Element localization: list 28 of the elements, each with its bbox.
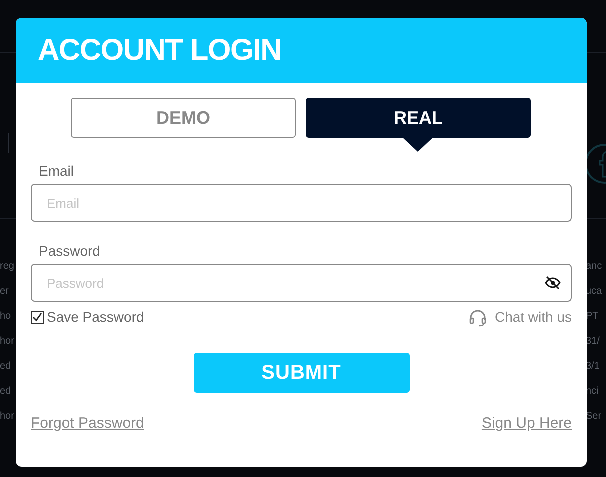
forgot-password-link[interactable]: Forgot Password <box>31 413 144 436</box>
mode-tab[interactable]: REAL <box>306 98 531 138</box>
headset-icon <box>468 308 487 326</box>
dialog-title: ACCOUNT LOGIN <box>38 33 282 69</box>
field-label: Password <box>39 242 102 260</box>
field-label: Email <box>39 162 76 180</box>
eye-slash-icon[interactable] <box>545 276 561 290</box>
password-field[interactable]: Password <box>31 264 572 302</box>
checkbox[interactable] <box>31 311 44 324</box>
background-text: hor <box>0 410 16 424</box>
background-text: ed <box>0 385 12 399</box>
background-text: ed <box>0 360 12 374</box>
background-text: Ser <box>586 410 603 424</box>
background-text: 3/1 <box>586 360 601 374</box>
background-text: hor <box>0 335 16 349</box>
email-field[interactable]: Email <box>31 184 572 222</box>
tab-pointer <box>402 137 434 152</box>
background-text: PT <box>586 310 600 324</box>
background-text: ho <box>0 310 12 324</box>
sign-up-link[interactable]: Sign Up Here <box>482 413 572 436</box>
checkbox-label: Save Password <box>47 308 144 327</box>
mode-tab[interactable]: DEMO <box>71 98 296 138</box>
background-text: er <box>0 285 10 299</box>
background-text: 31/ <box>586 335 601 349</box>
background-text: anc <box>586 260 604 274</box>
submit-button[interactable]: SUBMIT <box>194 353 410 393</box>
chat-link[interactable]: Chat with us <box>468 307 572 328</box>
background-text: reg <box>0 260 16 274</box>
